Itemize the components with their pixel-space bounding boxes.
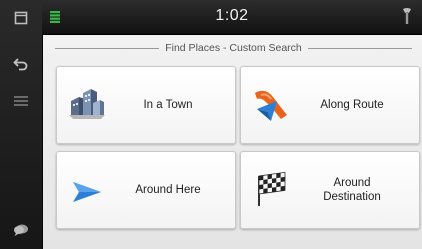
section-header: Find Places - Custom Search: [55, 40, 412, 56]
clock: 1:02: [215, 7, 249, 24]
around-destination-button[interactable]: Around Destination: [240, 151, 420, 229]
content-panel: Find Places - Custom Search In a Town Al…: [43, 35, 422, 249]
list-icon[interactable]: [8, 90, 34, 112]
in-a-town-button[interactable]: In a Town: [56, 66, 236, 144]
route-arrow-icon: [251, 85, 291, 125]
along-route-button[interactable]: Along Route: [240, 66, 420, 144]
option-label: Along Route: [320, 99, 384, 111]
option-label: Around Destination: [323, 177, 381, 203]
left-sidebar: [0, 0, 43, 249]
around-here-button[interactable]: Around Here: [56, 151, 236, 229]
chat-icon[interactable]: [8, 219, 34, 241]
town-buildings-icon: [67, 85, 107, 125]
checkered-flag-icon: [251, 170, 291, 210]
divider-left: [55, 47, 160, 49]
status-bar: 1:02: [42, 0, 422, 35]
page-title: Find Places - Custom Search: [165, 42, 302, 54]
back-icon[interactable]: [8, 53, 34, 75]
option-label: In a Town: [143, 99, 193, 111]
position-arrow-icon: [67, 170, 107, 210]
menu-icon[interactable]: [8, 7, 34, 29]
option-label: Around Here: [135, 184, 201, 196]
divider-right: [307, 47, 412, 49]
gps-antenna-icon: [402, 7, 412, 30]
